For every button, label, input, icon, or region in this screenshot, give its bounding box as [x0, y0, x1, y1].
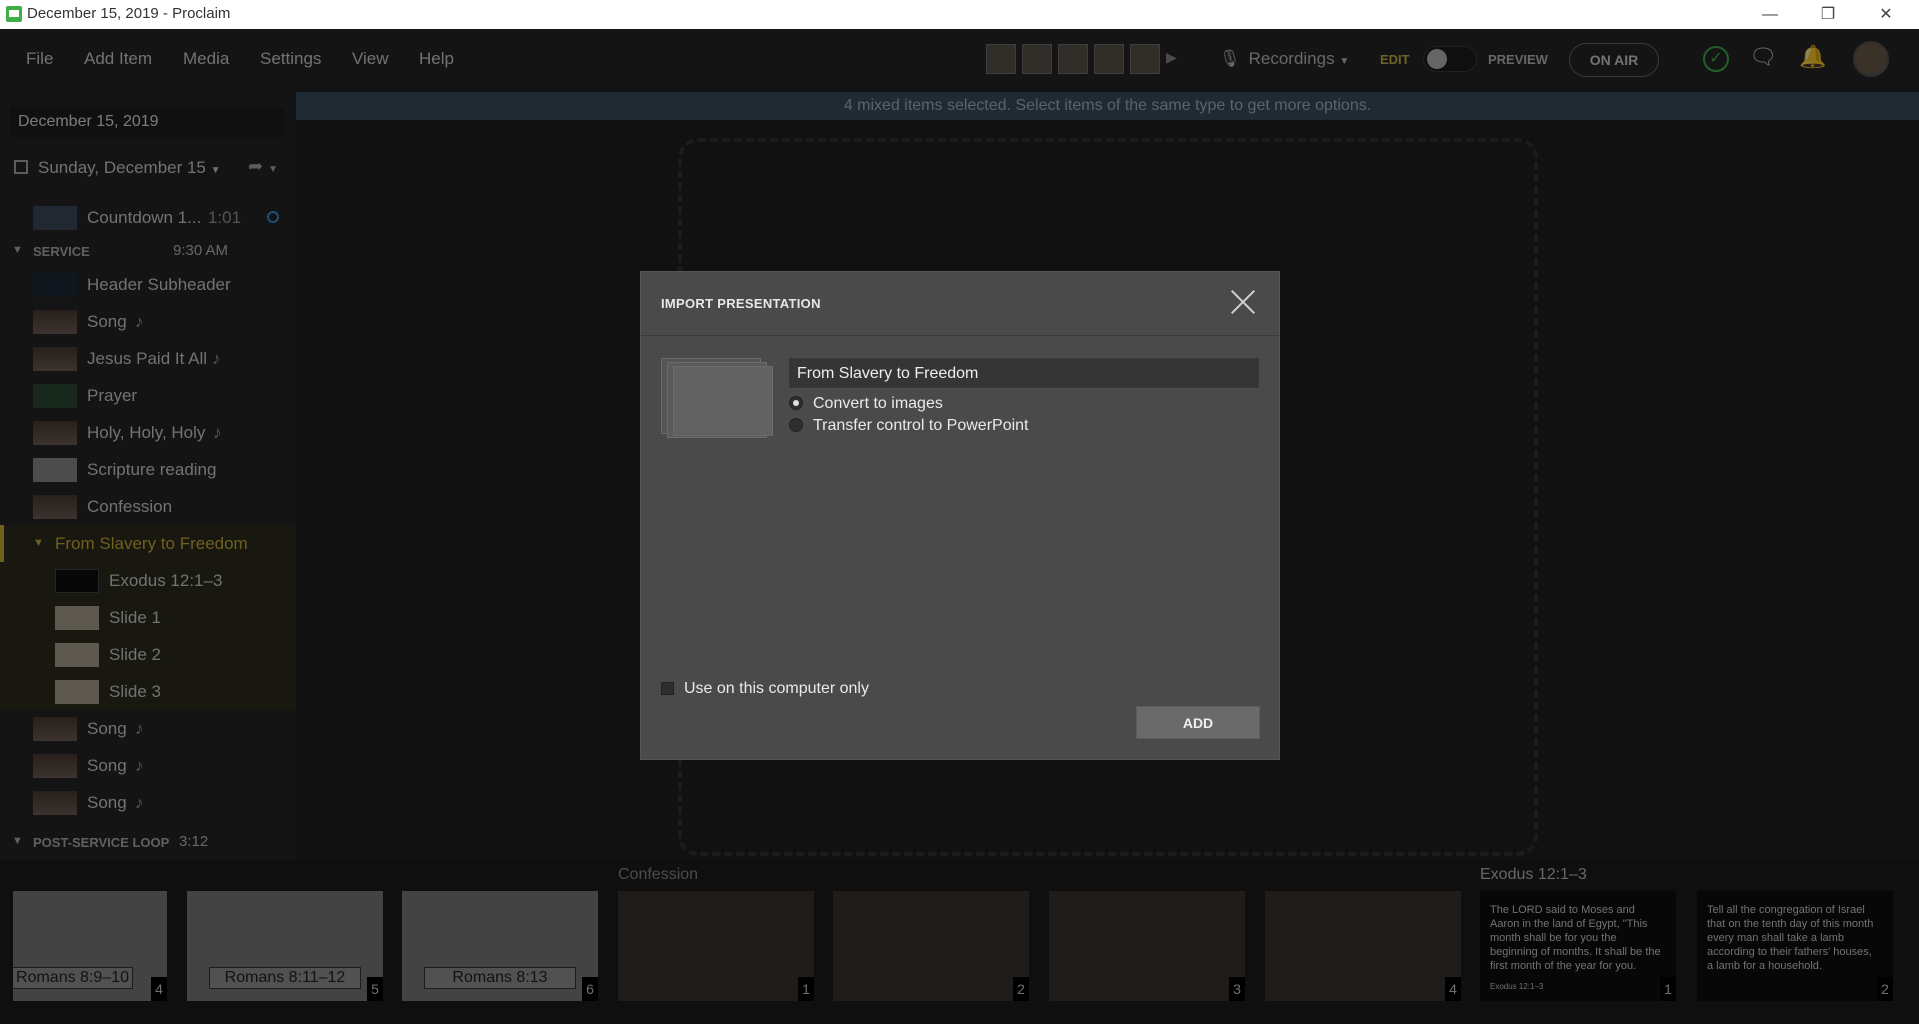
app-icon — [6, 6, 22, 22]
restore-icon[interactable]: ❐ — [1805, 0, 1851, 29]
dialog-header: IMPORT PRESENTATION — [641, 272, 1279, 336]
option-label: Convert to images — [813, 395, 943, 412]
import-presentation-dialog: IMPORT PRESENTATION From Slavery to Free… — [640, 271, 1280, 760]
radio-selected-icon[interactable] — [789, 396, 803, 410]
title-bar: December 15, 2019 - Proclaim — ❐ ✕ — [0, 0, 1919, 29]
radio-unselected-icon[interactable] — [789, 418, 803, 432]
option-label: Transfer control to PowerPoint — [813, 417, 1029, 434]
presentation-name-field[interactable]: From Slavery to Freedom — [789, 358, 1259, 388]
dialog-title: IMPORT PRESENTATION — [661, 296, 821, 311]
add-button[interactable]: ADD — [1136, 706, 1260, 739]
option-convert-to-images[interactable]: Convert to images — [789, 395, 943, 413]
use-on-this-computer-only[interactable]: Use on this computer only — [661, 680, 869, 698]
slide-stack-front — [673, 366, 773, 436]
checkbox[interactable] — [661, 682, 674, 695]
close-icon[interactable] — [1227, 286, 1259, 318]
checkbox-label: Use on this computer only — [684, 680, 869, 697]
minimize-icon[interactable]: — — [1747, 0, 1793, 29]
close-window-icon[interactable]: ✕ — [1863, 0, 1909, 29]
presentation-icon — [661, 358, 773, 438]
option-transfer-to-powerpoint[interactable]: Transfer control to PowerPoint — [789, 417, 1029, 435]
window-title: December 15, 2019 - Proclaim — [27, 5, 231, 22]
